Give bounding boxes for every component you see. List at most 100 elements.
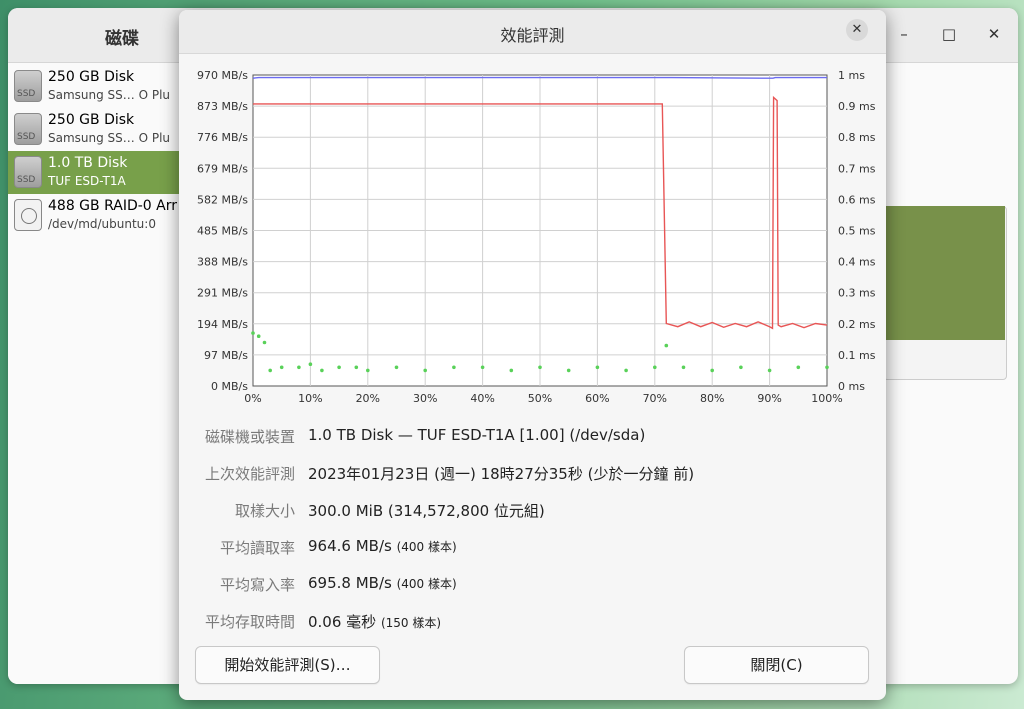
avg-write-label: 平均寫入率 bbox=[219, 576, 295, 594]
access-time-point bbox=[566, 368, 571, 373]
access-time-point bbox=[256, 334, 261, 339]
x-tick-label: 70% bbox=[643, 392, 667, 405]
access-time-point bbox=[423, 368, 427, 373]
access-time-point bbox=[366, 368, 370, 373]
access-time-point bbox=[710, 368, 714, 373]
access-time-point bbox=[767, 368, 772, 373]
x-tick-label: 10% bbox=[298, 392, 322, 405]
access-time-point bbox=[354, 365, 359, 370]
start-benchmark-button[interactable]: 開始效能評測(S)… bbox=[195, 646, 380, 684]
x-tick-label: 30% bbox=[413, 392, 437, 405]
access-time-point bbox=[595, 365, 600, 370]
x-tick-label: 100% bbox=[811, 392, 842, 405]
disk-name: 250 GB Disk bbox=[48, 69, 135, 85]
access-time-point bbox=[538, 365, 542, 370]
partition-block[interactable] bbox=[883, 206, 1005, 340]
y-left-tick-label: 388 MB/s bbox=[197, 256, 248, 269]
ssd-icon: SSD bbox=[14, 70, 42, 102]
avg-write-value: 695.8 MB/s (400 樣本) bbox=[308, 574, 457, 592]
y-left-tick-label: 776 MB/s bbox=[197, 131, 248, 144]
y-right-tick-label: 0.2 ms bbox=[838, 318, 876, 331]
avg-access-value: 0.06 毫秒 (150 樣本) bbox=[308, 611, 441, 632]
raid-icon bbox=[14, 199, 42, 231]
access-time-point bbox=[509, 368, 514, 373]
disk-name: 250 GB Disk bbox=[48, 112, 135, 128]
access-time-point bbox=[308, 362, 313, 367]
close-icon[interactable]: ✕ bbox=[846, 19, 868, 41]
device-value: 1.0 TB Disk — TUF ESD-T1A [1.00] (/dev/s… bbox=[308, 426, 646, 444]
y-left-tick-label: 679 MB/s bbox=[197, 162, 248, 175]
ssd-icon-label: SSD bbox=[17, 132, 36, 142]
disk-model: Samsung SS… O Plu bbox=[48, 88, 171, 102]
close-icon[interactable]: ✕ bbox=[982, 22, 1006, 46]
access-time-point bbox=[664, 343, 669, 348]
y-right-tick-label: 0.1 ms bbox=[838, 349, 876, 362]
access-time-point bbox=[251, 331, 255, 335]
avg-read-samples: (400 樣本) bbox=[396, 540, 457, 554]
disk-path: /dev/md/ubuntu:0 bbox=[48, 217, 156, 231]
y-right-tick-label: 0.8 ms bbox=[838, 131, 876, 144]
disk-model: Samsung SS… O Plu bbox=[48, 131, 171, 145]
y-right-tick-label: 0.3 ms bbox=[838, 287, 876, 300]
avg-access-time: 0.06 毫秒 bbox=[308, 613, 377, 631]
access-time-point bbox=[268, 368, 272, 373]
device-label: 磁碟機或裝置 bbox=[204, 428, 295, 446]
close-button[interactable]: 關閉(C) bbox=[684, 646, 869, 684]
x-tick-label: 80% bbox=[700, 392, 724, 405]
y-left-tick-label: 97 MB/s bbox=[204, 349, 248, 362]
benchmark-dialog: 效能評測 ✕ 0% 10% 20% 30% 40% 50% 60% 70% 80% 90% 100%… bbox=[179, 10, 886, 700]
y-left-tick-label: 291 MB/s bbox=[197, 287, 248, 300]
disk-model: TUF ESD-T1A bbox=[48, 174, 126, 188]
x-tick-label: 50% bbox=[528, 392, 552, 405]
access-time-point bbox=[452, 365, 456, 370]
avg-read-rate: 964.6 MB/s bbox=[308, 537, 392, 555]
y-right-tick-label: 0.5 ms bbox=[838, 225, 876, 238]
access-time-point bbox=[337, 365, 341, 370]
minimize-icon[interactable]: – bbox=[892, 22, 916, 46]
ssd-icon: SSD bbox=[14, 156, 42, 188]
access-time-point bbox=[681, 365, 686, 370]
y-right-tick-label: 0.6 ms bbox=[838, 193, 876, 206]
benchmark-chart: 0% 10% 20% 30% 40% 50% 60% 70% 80% 90% 100% 0 MB/s 9… bbox=[197, 69, 876, 405]
ssd-icon: SSD bbox=[14, 113, 42, 145]
access-time-point bbox=[394, 365, 399, 370]
y-left-tick-label: 873 MB/s bbox=[197, 100, 248, 113]
avg-write-samples: (400 樣本) bbox=[396, 577, 457, 591]
access-time-point bbox=[320, 368, 324, 373]
y-left-tick-label: 970 MB/s bbox=[197, 69, 248, 82]
y-left-tick-label: 0 MB/s bbox=[211, 380, 248, 393]
avg-write-rate: 695.8 MB/s bbox=[308, 574, 392, 592]
avg-access-label: 平均存取時間 bbox=[204, 613, 295, 631]
y-right-tick-label: 0.4 ms bbox=[838, 256, 876, 269]
y-right-tick-label: 0 ms bbox=[838, 380, 865, 393]
y-left-tick-label: 194 MB/s bbox=[197, 318, 248, 331]
dialog-title: 效能評測 bbox=[500, 26, 565, 45]
access-time-point bbox=[297, 365, 301, 370]
y-right-tick-label: 1 ms bbox=[838, 69, 865, 82]
sample-size-label: 取樣大小 bbox=[234, 502, 295, 520]
x-tick-label: 40% bbox=[470, 392, 494, 405]
access-time-point bbox=[825, 365, 829, 370]
y-left-tick-label: 485 MB/s bbox=[197, 225, 248, 238]
maximize-icon[interactable]: □ bbox=[937, 22, 961, 46]
last-benchmark-value: 2023年01月23日 (週一) 18時27分35秒 (少於一分鐘 前) bbox=[308, 465, 695, 483]
x-tick-label: 90% bbox=[757, 392, 781, 405]
access-time-point bbox=[624, 368, 628, 373]
avg-read-label: 平均讀取率 bbox=[219, 539, 295, 557]
y-right-tick-label: 0.9 ms bbox=[838, 100, 876, 113]
y-left-tick-label: 582 MB/s bbox=[197, 193, 248, 206]
last-benchmark-label: 上次效能評測 bbox=[204, 465, 295, 483]
x-tick-label: 20% bbox=[356, 392, 380, 405]
avg-read-value: 964.6 MB/s (400 樣本) bbox=[308, 537, 457, 555]
disk-name: 1.0 TB Disk bbox=[48, 155, 128, 171]
access-time-point bbox=[262, 340, 267, 345]
sample-size-value: 300.0 MiB (314,572,800 位元組) bbox=[308, 502, 545, 520]
access-time-point bbox=[279, 365, 284, 370]
ssd-icon-label: SSD bbox=[17, 89, 36, 99]
y-right-tick-label: 0.7 ms bbox=[838, 162, 876, 175]
access-time-point bbox=[480, 365, 485, 370]
access-time-point bbox=[796, 365, 801, 370]
x-tick-label: 60% bbox=[585, 392, 609, 405]
disk-name: 488 GB RAID-0 Arr bbox=[48, 198, 177, 214]
x-tick-label: 0% bbox=[244, 392, 261, 405]
